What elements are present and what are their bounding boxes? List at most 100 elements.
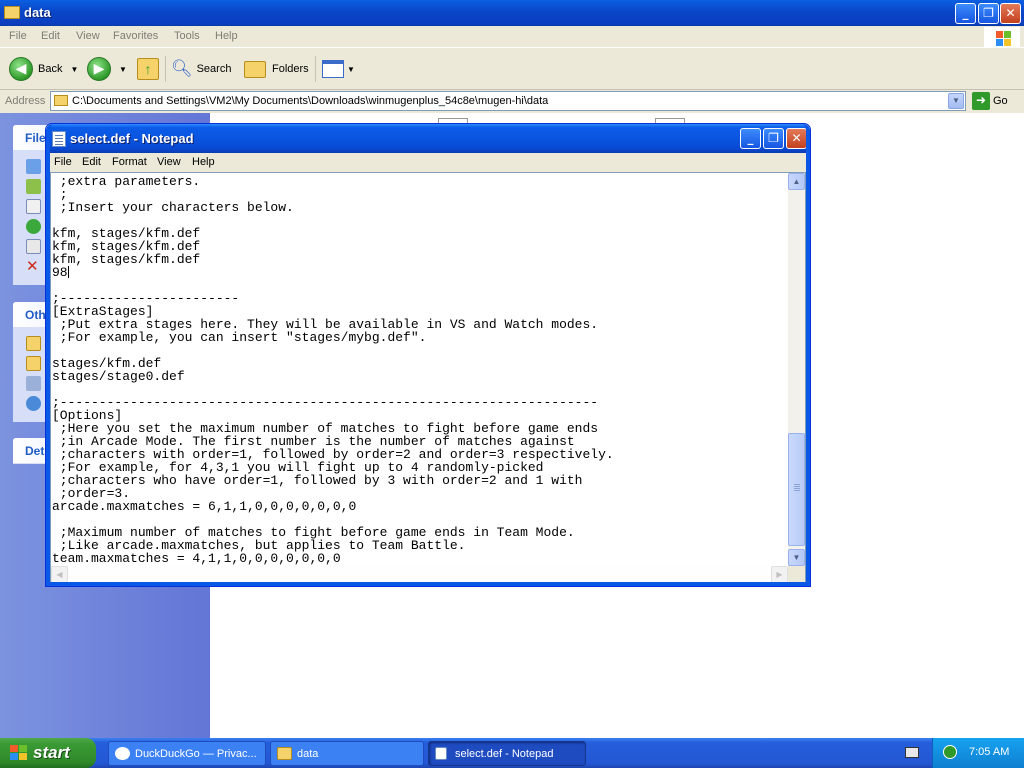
address-input[interactable]: C:\Documents and Settings\VM2\My Documen… [50, 91, 966, 111]
notepad-window: select.def - Notepad _ ❐ ✕ File Edit For… [45, 123, 811, 587]
folders-label: Folders [272, 63, 309, 75]
task-icon[interactable] [26, 179, 41, 194]
address-dropdown-icon[interactable]: ▼ [948, 93, 964, 109]
minimize-button[interactable]: _ [740, 128, 761, 149]
text-line[interactable] [52, 344, 789, 357]
text-line[interactable]: ;For example, you can insert "stages/myb… [52, 331, 789, 344]
browser-icon [115, 747, 130, 760]
task-icon[interactable] [26, 199, 41, 214]
taskbar: start DuckDuckGo — Privac... data select… [0, 738, 1024, 768]
text-line[interactable]: team.maxmatches = 4,1,1,0,0,0,0,0,0,0 [52, 552, 789, 565]
notepad-title: select.def - Notepad [70, 131, 194, 146]
taskbar-item-label: select.def - Notepad [455, 748, 554, 760]
search-icon: 🔍︎ [171, 59, 193, 78]
explorer-menu-bar: File Edit View Favorites Tools Help [0, 26, 1024, 48]
text-line[interactable]: kfm, stages/kfm.def [52, 253, 789, 266]
scroll-down-icon[interactable]: ▼ [788, 549, 805, 566]
start-button[interactable]: start [0, 738, 96, 768]
text-line[interactable]: ;---------------------------------------… [52, 396, 789, 409]
text-line[interactable]: ;extra parameters. [52, 175, 789, 188]
task-icon[interactable] [26, 159, 41, 174]
back-label: Back [38, 63, 63, 75]
text-line[interactable]: 98 [52, 266, 789, 279]
folder-icon[interactable] [26, 336, 41, 351]
notepad-title-bar[interactable]: select.def - Notepad _ ❐ ✕ [46, 124, 810, 153]
menu-format[interactable]: Format [112, 156, 147, 168]
text-line[interactable]: ;----------------------- [52, 292, 789, 305]
views-button[interactable]: ▼ [322, 56, 355, 82]
system-tray: 7:05 AM [932, 738, 1024, 768]
maximize-button[interactable]: ❐ [763, 128, 784, 149]
folder-icon[interactable] [26, 356, 41, 371]
taskbar-item-notepad[interactable]: select.def - Notepad [428, 741, 586, 766]
address-value: C:\Documents and Settings\VM2\My Documen… [72, 95, 549, 107]
views-icon [322, 60, 344, 78]
task-icon[interactable] [26, 219, 41, 234]
search-button[interactable]: 🔍︎ Search [171, 56, 231, 82]
scroll-right-icon[interactable]: ▶ [771, 566, 788, 583]
resize-grip[interactable] [788, 566, 805, 583]
menu-tools[interactable]: Tools [174, 30, 200, 42]
close-button[interactable]: ✕ [786, 128, 807, 149]
folder-icon [4, 6, 20, 19]
menu-view[interactable]: View [76, 30, 100, 42]
menu-help[interactable]: Help [192, 156, 215, 168]
clock[interactable]: 7:05 AM [969, 746, 1009, 758]
computer-icon[interactable] [26, 376, 41, 391]
scroll-left-icon[interactable]: ◀ [51, 566, 68, 583]
close-button[interactable]: ✕ [1000, 3, 1021, 24]
notepad-icon [435, 747, 447, 760]
chevron-down-icon[interactable]: ▼ [119, 65, 127, 74]
explorer-title: data [24, 5, 51, 20]
horizontal-scrollbar[interactable]: ◀ ▶ [51, 566, 788, 583]
text-line[interactable]: ;characters who have order=1, followed b… [52, 474, 789, 487]
windows-flag-icon [10, 745, 28, 761]
menu-favorites[interactable]: Favorites [113, 30, 158, 42]
folders-button[interactable]: Folders [244, 56, 309, 82]
maximize-button[interactable]: ❐ [978, 3, 999, 24]
text-caret [67, 266, 69, 278]
keyboard-icon[interactable] [905, 747, 919, 758]
back-arrow-icon: ◀ [9, 57, 33, 81]
folder-icon [277, 747, 292, 760]
menu-file[interactable]: File [9, 30, 27, 42]
tray-icon[interactable] [943, 745, 957, 759]
taskbar-item-label: data [297, 748, 319, 760]
search-label: Search [196, 63, 232, 75]
windows-logo-icon [984, 27, 1020, 48]
text-editor[interactable]: ;extra parameters. ; ;Insert your charac… [50, 172, 806, 584]
explorer-title-bar[interactable]: data _ ❐ ✕ [0, 0, 1024, 26]
scroll-up-icon[interactable]: ▲ [788, 173, 805, 190]
text-line[interactable]: arcade.maxmatches = 6,1,1,0,0,0,0,0,0,0 [52, 500, 789, 513]
vertical-scrollbar[interactable]: ▲ ▼ [788, 173, 805, 566]
start-label: start [33, 743, 70, 762]
scroll-thumb[interactable] [788, 433, 805, 546]
address-bar: Address C:\Documents and Settings\VM2\My… [0, 90, 1024, 113]
minimize-button[interactable]: _ [955, 3, 976, 24]
menu-file[interactable]: File [54, 156, 72, 168]
delete-icon[interactable]: ✕ [26, 259, 41, 274]
forward-arrow-icon: ▶ [87, 57, 111, 81]
folders-icon [244, 60, 266, 78]
chevron-down-icon[interactable]: ▼ [70, 65, 78, 74]
taskbar-item-duckduckgo[interactable]: DuckDuckGo — Privac... [108, 741, 266, 766]
menu-edit[interactable]: Edit [41, 30, 60, 42]
forward-button[interactable]: ▶ ▼ [87, 56, 127, 82]
editor-text[interactable]: ;extra parameters. ; ;Insert your charac… [52, 173, 789, 566]
network-icon[interactable] [26, 396, 41, 411]
notepad-menu-bar: File Edit Format View Help [50, 153, 806, 172]
menu-view[interactable]: View [157, 156, 181, 168]
taskbar-item-data[interactable]: data [270, 741, 424, 766]
back-button[interactable]: ◀ Back ▼ [9, 56, 78, 82]
text-line[interactable]: stages/stage0.def [52, 370, 789, 383]
menu-help[interactable]: Help [215, 30, 238, 42]
up-folder-button[interactable]: ↑ [137, 56, 159, 82]
menu-edit[interactable]: Edit [82, 156, 101, 168]
folder-icon [54, 95, 68, 106]
go-button[interactable]: ➜ Go [972, 92, 1008, 110]
text-line[interactable]: ;Insert your characters below. [52, 201, 789, 214]
up-folder-icon: ↑ [137, 58, 159, 80]
address-label: Address [5, 95, 46, 107]
go-arrow-icon: ➜ [972, 92, 990, 110]
task-icon[interactable] [26, 239, 41, 254]
